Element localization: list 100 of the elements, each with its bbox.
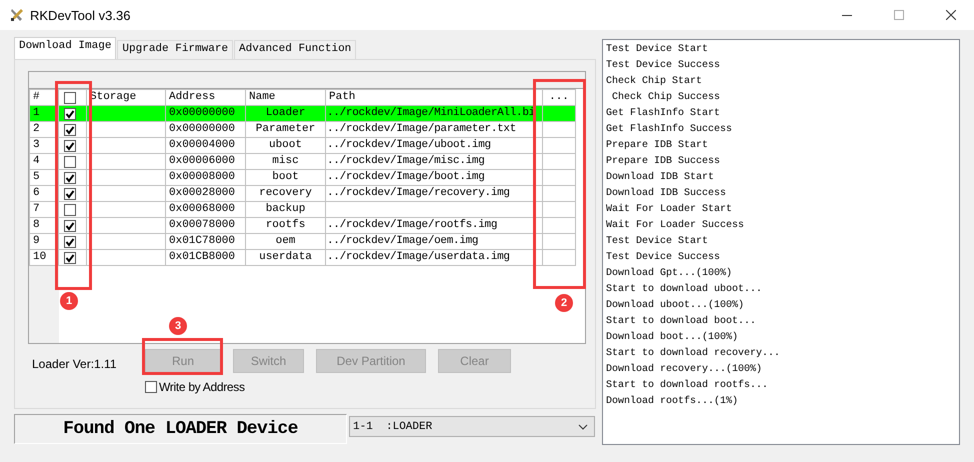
table-cell: ../rockdev/Image/oem.img — [326, 234, 542, 250]
checkbox[interactable] — [145, 381, 157, 393]
log-line: Check Chip Success — [611, 90, 722, 105]
table-cell: 0x00006000 — [166, 154, 246, 170]
table-cell: misc — [246, 154, 326, 170]
table-cell: 2 — [30, 122, 58, 138]
log-line: Download boot...(100%) — [606, 330, 740, 345]
table-row[interactable]: 8 0x00078000 rootfs ../rockdev/Image/rootfs.img — [30, 218, 576, 234]
table-cell: 9 — [30, 234, 58, 250]
table-row[interactable]: 6 0x00028000 recovery ../rockdev/Image/recovery.img — [30, 186, 576, 202]
app-icon — [10, 8, 24, 22]
table-cell: 0x01CB8000 — [166, 250, 246, 266]
table-row[interactable]: 7 0x00068000 backup — [30, 202, 576, 218]
table-cell: ../rockdev/Image/MiniLoaderAll.bi — [326, 106, 542, 122]
log-line: Download IDB Success — [606, 186, 728, 201]
column-header: Name — [246, 90, 326, 106]
table-cell: 0x01C78000 — [166, 234, 246, 250]
loader-version: Loader Ver:1.11 — [32, 356, 118, 371]
table-cell: 0x00008000 — [166, 170, 246, 186]
table-cell: uboot — [246, 138, 326, 154]
log-line: Start to download boot... — [606, 314, 758, 329]
minimize-icon[interactable] — [842, 14, 852, 16]
checkbox[interactable] — [64, 140, 76, 152]
table-row[interactable]: 4 0x00006000 misc ../rockdev/Image/misc.img — [30, 154, 576, 170]
table-row[interactable]: 3 0x00004000 uboot ../rockdev/Image/uboot.img — [30, 138, 576, 154]
log-line: Get FlashInfo Start — [606, 106, 722, 121]
table-cell: 6 — [30, 186, 58, 202]
checkbox-label: Write by Address — [159, 380, 245, 394]
table-cell: 0x00004000 — [166, 138, 246, 154]
checkbox[interactable] — [64, 172, 76, 184]
log-line: Test Device Start — [606, 42, 710, 57]
column-header: ... — [542, 90, 576, 106]
status-message: Found One LOADER Device — [14, 414, 347, 444]
table-row[interactable]: 2 0x00000000 Parameter ../rockdev/Image/parameter.txt — [30, 122, 576, 138]
table-cell: ../rockdev/Image/userdata.img — [326, 250, 542, 266]
table-cell: ../rockdev/Image/rootfs.img — [326, 218, 542, 234]
checkbox[interactable] — [64, 220, 76, 232]
log-line: Test Device Start — [606, 234, 710, 249]
table-cell: boot — [246, 170, 326, 186]
log-line: Prepare IDB Success — [606, 155, 722, 169]
log-line: Check Chip Start — [606, 74, 704, 89]
log-line: Start to download uboot... — [606, 282, 764, 297]
log-line: Download Gpt...(100%) — [606, 266, 734, 281]
table-cell: Loader — [246, 106, 326, 122]
log-line: Test Device Success — [606, 58, 722, 73]
checkbox[interactable] — [64, 92, 76, 104]
checkbox[interactable] — [64, 188, 76, 200]
table-cell: 4 — [30, 154, 58, 170]
column-header: # — [30, 90, 58, 106]
column-header: Address — [166, 90, 246, 106]
chevron-down-icon — [578, 424, 588, 430]
log-line: Download rootfs...(1%) — [606, 394, 740, 409]
log-line: Download uboot...(100%) — [606, 298, 746, 313]
log-line: Get FlashInfo Success — [606, 122, 734, 137]
table-cell: ../rockdev/Image/misc.img — [326, 154, 542, 170]
tab[interactable]: Upgrade Firmware — [117, 40, 234, 59]
checkbox[interactable] — [64, 236, 76, 248]
table-cell: 0x00078000 — [166, 218, 246, 234]
table-cell: backup — [246, 202, 326, 218]
log-line: Prepare IDB Start — [606, 139, 710, 153]
device-dropdown[interactable]: 1-1 :LOADER — [349, 416, 595, 437]
log-line: Start to download recovery... — [606, 346, 782, 361]
table-cell: 0x00028000 — [166, 186, 246, 202]
checkbox[interactable] — [64, 108, 76, 120]
column-header: Path — [326, 90, 542, 106]
log-line: Download recovery...(100%) — [606, 362, 764, 377]
table-cell: recovery — [246, 186, 326, 202]
table-row[interactable]: 10 0x01CB8000 userdata ../rockdev/Image/userdata.img — [30, 250, 576, 266]
table-cell: ../rockdev/Image/recovery.img — [326, 186, 542, 202]
table-cell: 0x00068000 — [166, 202, 246, 218]
close-icon[interactable] — [946, 10, 956, 20]
tab[interactable]: Download Image — [14, 37, 116, 59]
table-cell: 7 — [30, 202, 58, 218]
log-line: Download IDB Start — [606, 170, 716, 185]
checkbox[interactable] — [64, 252, 76, 264]
table-cell: rootfs — [246, 218, 326, 234]
table-cell: oem — [246, 234, 326, 250]
log-line: Wait For Loader Start — [606, 202, 734, 217]
log-line: Test Device Success — [606, 250, 722, 265]
checkbox[interactable] — [64, 124, 76, 136]
table-cell: 10 — [30, 250, 58, 266]
checkbox[interactable] — [64, 204, 76, 216]
table-cell: 5 — [30, 170, 58, 186]
table-cell: 0x00000000 — [166, 122, 246, 138]
log-line: Wait For Loader Success — [606, 218, 746, 233]
table-row[interactable]: 9 0x01C78000 oem ../rockdev/Image/oem.img — [30, 234, 576, 250]
table-cell: 0x00000000 — [166, 106, 246, 122]
table-row[interactable]: 5 0x00008000 boot ../rockdev/Image/boot.img — [30, 170, 576, 186]
table-cell: userdata — [246, 250, 326, 266]
window-title: RKDevTool v3.36 — [30, 8, 130, 22]
table-cell: ../rockdev/Image/boot.img — [326, 170, 542, 186]
table-cell: ../rockdev/Image/uboot.img — [326, 138, 542, 154]
table-cell: ../rockdev/Image/parameter.txt — [326, 122, 542, 138]
table-cell: Parameter — [246, 122, 326, 138]
table-cell: 8 — [30, 218, 58, 234]
table-row[interactable]: 1 0x00000000 Loader ../rockdev/Image/MiniLoaderAll.bi — [30, 106, 576, 122]
log-line: Start to download rootfs... — [606, 378, 770, 393]
table-cell: 3 — [30, 138, 58, 154]
tab[interactable]: Advanced Function — [234, 40, 356, 59]
checkbox[interactable] — [64, 156, 76, 168]
